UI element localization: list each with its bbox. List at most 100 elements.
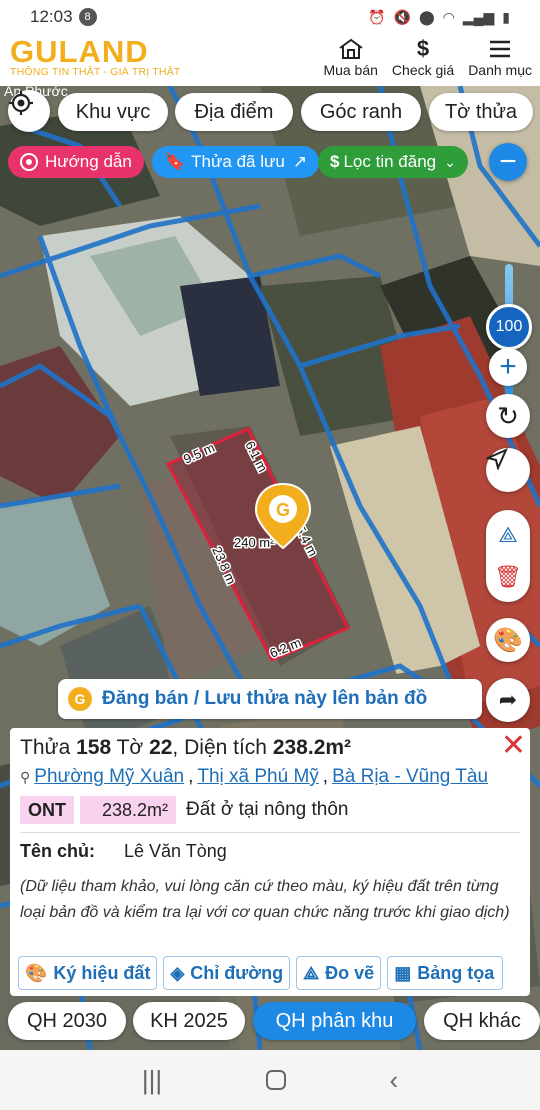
- land-description: Đất ở tại nông thôn: [186, 799, 349, 820]
- zoom-slider-handle[interactable]: 100: [486, 304, 532, 350]
- app-header: GULAND THÔNG TIN THẬT - GIÁ TRỊ THẬT Mua…: [0, 34, 540, 86]
- share-icon: ➦: [498, 687, 518, 712]
- area-label: Diện tích: [184, 736, 267, 759]
- area-value: 238.2m²: [272, 736, 352, 759]
- refresh-icon: ↻: [497, 400, 519, 431]
- province-link[interactable]: Bà Rịa - Vũng Tàu: [332, 766, 488, 788]
- signal-icon: ▂▄▆: [462, 8, 495, 25]
- coordinates-table-label: Bảng tọa: [417, 962, 495, 983]
- guide-button[interactable]: Hướng dẫn: [8, 146, 144, 178]
- post-parcel-banner[interactable]: G Đăng bán / Lưu thửa này lên bản đồ: [58, 679, 482, 719]
- parcel-title: Thửa 158 Tờ 22, Diện tích 238.2m²: [20, 736, 352, 759]
- zoom-in-button[interactable]: +: [489, 348, 527, 386]
- land-symbol-label: Ký hiệu đất: [53, 962, 151, 983]
- back-icon[interactable]: ‹: [389, 1065, 398, 1096]
- coordinates-table-button[interactable]: ▦ Bảng tọa: [387, 956, 504, 990]
- chip-dia-diem[interactable]: Địa điểm: [175, 93, 293, 131]
- chip-goc-ranh[interactable]: Góc ranh: [301, 93, 421, 131]
- dollar-icon: $: [330, 152, 340, 171]
- tab-kh-2025[interactable]: KH 2025: [133, 1002, 245, 1040]
- alarm-icon: ⏰: [368, 8, 386, 25]
- system-nav-bar: ||| ‹: [0, 1050, 540, 1110]
- planning-tabs: QH 2030 KH 2025 QH phân khu QH khác: [0, 1000, 540, 1044]
- tab-qh-khac[interactable]: QH khác: [424, 1002, 540, 1040]
- table-icon: ▦: [394, 962, 412, 983]
- chevron-down-icon: ⌄: [444, 153, 456, 170]
- wifi-icon: ◠: [442, 8, 455, 25]
- parcel-address: ⚲ Phường Mỹ Xuân, Thị xã Phú Mỹ, Bà Rịa …: [20, 766, 489, 788]
- filter-listings-button[interactable]: $ Lọc tin đăng ⌄: [318, 146, 468, 178]
- nav-label: Danh mục: [468, 62, 532, 78]
- owner-label: Tên chủ:: [20, 841, 95, 861]
- minus-icon: −: [499, 145, 517, 178]
- share-button[interactable]: ➦: [486, 678, 530, 722]
- card-actions: 🎨 Ký hiệu đất ◈ Chỉ đường ⟁ Đo vẽ ▦ Bảng…: [18, 956, 504, 990]
- ward-link[interactable]: Phường Mỹ Xuân: [34, 766, 184, 788]
- recent-apps-icon[interactable]: |||: [142, 1065, 162, 1096]
- chip-to-thua[interactable]: Tờ thửa: [429, 93, 533, 131]
- notification-count-badge: 8: [78, 8, 97, 26]
- bookmark-check-icon: 🔖: [164, 152, 186, 171]
- measure-draw-icon[interactable]: ⟁: [498, 522, 518, 548]
- location-icon: ⬤: [418, 8, 435, 25]
- nav-mua-ban[interactable]: Mua bán: [323, 36, 378, 78]
- draw-tools-group: ⟁ 🗑: [486, 510, 530, 602]
- town-link[interactable]: Thị xã Phú Mỹ: [197, 766, 318, 788]
- parcel-prefix: Thửa: [20, 736, 71, 759]
- disclaimer-note: (Dữ liệu tham khảo, vui lòng căn cứ theo…: [20, 878, 510, 921]
- dollar-icon: $: [416, 36, 430, 61]
- locate-me-button[interactable]: [8, 90, 50, 132]
- land-use-row: ONT 238.2m² Đất ở tại nông thôn: [20, 796, 520, 824]
- mute-icon: 🔇: [393, 8, 411, 25]
- directions-icon: ◈: [170, 962, 185, 983]
- measure-draw-icon: ⟁: [303, 962, 320, 983]
- sheet-number: 22: [149, 736, 173, 759]
- trash-icon[interactable]: 🗑: [494, 564, 522, 590]
- status-bar: 12:03 8 ⏰ 🔇 ⬤ ◠ ▂▄▆ ▮: [0, 0, 540, 34]
- land-symbol-button[interactable]: 🎨 Ký hiệu đất: [18, 956, 158, 990]
- plus-icon: +: [499, 350, 517, 383]
- measure-button[interactable]: ⟁ Đo vẽ: [296, 956, 382, 990]
- parcel-number: 158: [76, 736, 112, 759]
- nav-label: Mua bán: [323, 62, 378, 78]
- nav-label: Check giá: [391, 62, 455, 78]
- svg-text:G: G: [276, 500, 290, 520]
- parcel-area-label: 240 m²: [234, 535, 275, 550]
- refresh-button[interactable]: ↻: [486, 394, 530, 438]
- guland-pin-icon: G: [68, 687, 92, 711]
- directions-button[interactable]: ◈ Chỉ đường: [163, 956, 291, 990]
- chip-khu-vuc[interactable]: Khu vực: [58, 93, 168, 131]
- nav-check-gia[interactable]: $ Check giá: [392, 36, 454, 78]
- menu-icon: [488, 36, 512, 62]
- measure-label: Đo vẽ: [325, 962, 375, 983]
- logo[interactable]: GULAND THÔNG TIN THẬT - GIÁ TRỊ THẬT: [10, 34, 181, 79]
- record-icon: [20, 153, 38, 171]
- home-icon[interactable]: [265, 1070, 286, 1090]
- divider: [20, 832, 520, 833]
- palette-icon: 🎨: [493, 626, 523, 654]
- zoom-out-button[interactable]: −: [489, 143, 527, 181]
- post-parcel-label: Đăng bán / Lưu thửa này lên bản đồ: [102, 688, 428, 709]
- crosshair-icon: [9, 91, 33, 115]
- clock: 12:03: [30, 7, 73, 26]
- brand-tagline: THÔNG TIN THẬT - GIÁ TRỊ THẬT: [10, 66, 181, 78]
- saved-label: Thửa đã lưu: [191, 152, 285, 171]
- directions-label: Chỉ đường: [190, 962, 284, 983]
- close-icon[interactable]: ✕: [501, 728, 526, 763]
- filter-label: Lọc tin đăng: [343, 152, 437, 171]
- navigation-arrow-icon: [486, 448, 508, 470]
- saved-parcels-button[interactable]: 🔖 Thửa đã lưu ↗: [152, 146, 320, 178]
- header-nav: Mua bán $ Check giá Danh mục: [323, 36, 532, 78]
- palette-button[interactable]: 🎨: [486, 618, 530, 662]
- land-code-badge: ONT: [20, 796, 74, 824]
- sheet-label: Tờ: [116, 736, 144, 759]
- tab-qh-2030[interactable]: QH 2030: [8, 1002, 126, 1040]
- guide-label: Hướng dẫn: [45, 152, 132, 171]
- brand-name: GULAND: [10, 34, 149, 69]
- tab-qh-phan-khu[interactable]: QH phân khu: [253, 1002, 416, 1040]
- land-area-badge: 238.2m²: [80, 796, 176, 824]
- nav-danh-muc[interactable]: Danh mục: [468, 36, 532, 78]
- palette-icon: 🎨: [25, 962, 48, 983]
- owner-name: Lê Văn Tòng: [124, 841, 227, 861]
- navigate-button[interactable]: [486, 448, 530, 492]
